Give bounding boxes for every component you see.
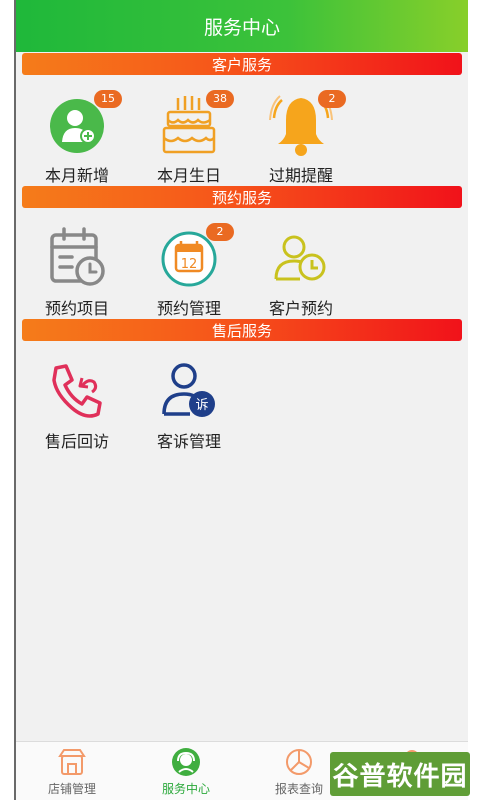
calendar-icon: 12 2 — [154, 223, 234, 293]
tab-service-center[interactable]: 服务中心 — [136, 746, 236, 800]
menu-item-label: 本月新增 — [44, 166, 109, 185]
tab-shop-management[interactable]: 店铺管理 — [22, 746, 122, 800]
phone-screen: 服务中心 客户服务 15 本月新增 38 本月生日 2 过期提醒 预约服务 预约… — [14, 0, 468, 800]
menu-item-expiry-reminder[interactable]: 2 过期提醒 — [246, 90, 356, 185]
menu-item-complaint-management[interactable]: 诉 客诉管理 — [134, 356, 244, 451]
menu-item-appointment-projects[interactable]: 预约项目 — [22, 223, 132, 318]
add-user-icon: 15 — [42, 90, 122, 160]
section-header-after-sales-service: 售后服务 — [22, 319, 462, 341]
menu-item-label: 预约项目 — [44, 299, 109, 318]
menu-item-label: 客诉管理 — [156, 432, 221, 451]
pie-chart-icon — [286, 749, 312, 775]
calendar-clock-icon — [42, 223, 112, 293]
tab-label: 店铺管理 — [47, 782, 96, 796]
menu-item-label: 过期提醒 — [268, 166, 333, 185]
count-badge: 2 — [318, 90, 346, 108]
count-badge: 38 — [206, 90, 234, 108]
phone-callback-icon — [42, 356, 112, 426]
section-title: 客户服务 — [211, 55, 272, 74]
menu-item-appointment-management[interactable]: 12 2 预约管理 — [134, 223, 244, 318]
menu-item-label: 预约管理 — [156, 299, 221, 318]
header-bar: 服务中心 — [16, 0, 468, 52]
calendar-day: 12 — [181, 257, 198, 272]
menu-item-label: 售后回访 — [44, 432, 109, 451]
menu-item-after-sales-followup[interactable]: 售后回访 — [22, 356, 132, 451]
menu-item-birthday-this-month[interactable]: 38 本月生日 — [134, 90, 244, 185]
tab-label: 报表查询 — [274, 782, 323, 796]
complaint-user-icon: 诉 — [154, 356, 224, 426]
page-title: 服务中心 — [203, 16, 280, 39]
shop-icon — [58, 749, 86, 775]
watermark-logo: 谷普软件园 — [330, 752, 470, 796]
bell-icon: 2 — [266, 90, 346, 160]
menu-item-new-this-month[interactable]: 15 本月新增 — [22, 90, 132, 185]
user-clock-icon — [266, 223, 336, 293]
complaint-glyph: 诉 — [195, 398, 208, 413]
tab-label: 服务中心 — [161, 782, 210, 796]
service-headset-icon — [172, 748, 200, 776]
birthday-cake-icon: 38 — [154, 90, 234, 160]
section-header-appointment-service: 预约服务 — [22, 186, 462, 208]
section-title: 售后服务 — [211, 321, 272, 340]
section-header-customer-service: 客户服务 — [22, 53, 462, 75]
count-badge: 2 — [206, 223, 234, 241]
count-badge: 15 — [94, 90, 122, 108]
watermark-text: 谷普软件园 — [332, 761, 468, 792]
menu-item-label: 本月生日 — [156, 166, 221, 185]
menu-item-label: 客户预约 — [268, 299, 333, 318]
section-title: 预约服务 — [211, 188, 272, 207]
menu-item-customer-appointment[interactable]: 客户预约 — [246, 223, 356, 318]
